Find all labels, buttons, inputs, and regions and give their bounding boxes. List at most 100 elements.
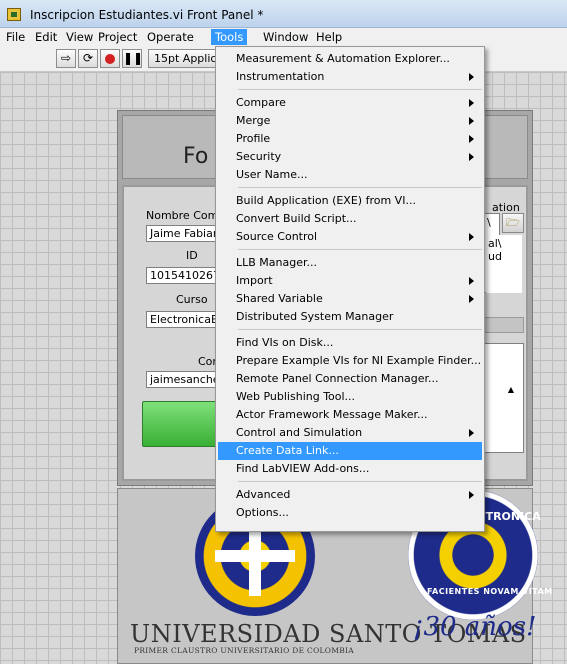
submenu-arrow-icon [469,295,474,303]
tools-menu-item[interactable]: Source Control [218,228,482,246]
tools-dropdown-menu: Measurement & Automation Explorer... Inst… [215,46,485,532]
tools-menu-item-label: Control and Simulation [236,426,363,439]
tools-menu-item[interactable]: Create Data Link... [218,442,482,460]
tools-menu-item-label: Compare [236,96,286,109]
tools-menu-item[interactable]: Convert Build Script... [218,210,482,228]
curso-field[interactable]: ElectronicaBa [146,311,222,328]
text-display[interactable] [484,343,524,453]
folder-browse-icon[interactable]: 🗁 [502,213,524,233]
tools-menu-item[interactable]: Profile [218,130,482,148]
submenu-arrow-icon [469,491,474,499]
submenu-arrow-icon [469,233,474,241]
submenu-arrow-icon [469,153,474,161]
tools-menu-item[interactable]: LLB Manager... [218,254,482,272]
id-field[interactable]: 1015410267 [146,267,222,284]
menu-tools[interactable]: Tools [211,29,248,45]
submenu-arrow-icon [469,99,474,107]
tools-menu-item-label: Build Application (EXE) from VI... [236,194,416,207]
tools-menu-item[interactable]: Build Application (EXE) from VI... [218,192,482,210]
tools-menu-item-label: Actor Framework Message Maker... [236,408,428,421]
tools-menu-item-label: Prepare Example VIs for NI Example Finde… [236,354,482,367]
status-strip [484,317,524,333]
electronica-motto: FACIENTES NOVAM VITAM [427,587,553,596]
pause-icon[interactable]: ❚❚ [122,49,143,68]
menu-separator [238,329,482,330]
submenu-arrow-icon [469,277,474,285]
menu-help[interactable]: Help [312,29,346,45]
tools-menu-item[interactable]: Actor Framework Message Maker... [218,406,482,424]
tools-menu-item-label: Options... [236,506,289,519]
tools-menu-item[interactable]: Merge [218,112,482,130]
tools-menu-item-label: Remote Panel Connection Manager... [236,372,439,385]
tools-menu-item[interactable]: Security [218,148,482,166]
tools-menu-item[interactable]: Control and Simulation [218,424,482,442]
tools-menu-item-label: Profile [236,132,271,145]
tools-menu-item-label: Find VIs on Disk... [236,336,334,349]
id-label: ID [186,249,198,262]
path-line: ud [488,250,502,263]
tools-menu-item-label: LLB Manager... [236,256,317,269]
menu-separator [238,481,482,482]
curso-label: Curso [176,293,208,306]
path-line: al\ [488,237,502,250]
tools-menu-item-label: Measurement & Automation Explorer... [236,52,450,65]
panel-title-text: Fo [183,144,209,169]
menu-view[interactable]: View [62,29,97,45]
tools-menu-item-label: Create Data Link... [236,444,339,457]
scroll-up-icon[interactable]: ▲ [504,383,518,397]
nombre-field[interactable]: Jaime Fabian [146,225,222,242]
menu-separator [238,89,482,90]
tools-menu-item[interactable]: Advanced [218,486,482,504]
tools-menu-item[interactable]: Remote Panel Connection Manager... [218,370,482,388]
tools-menu-item[interactable]: Compare [218,94,482,112]
run-continuously-icon[interactable]: ⟳ [78,49,98,68]
anos-text: ¡30 años! [413,612,537,642]
tools-menu-item[interactable]: Import [218,272,482,290]
tools-menu-item[interactable]: Web Publishing Tool... [218,388,482,406]
tools-menu-item[interactable]: Instrumentation [218,68,482,86]
menu-separator [238,249,482,250]
tools-menu-item-label: Distributed System Manager [236,310,394,323]
submit-button[interactable] [142,401,222,447]
title-bar: Inscripcion Estudiantes.vi Front Panel * [0,0,567,28]
font-selector[interactable]: 15pt Applic [148,49,220,68]
tools-menu-item-label: Instrumentation [236,70,325,83]
tools-menu-item[interactable]: Shared Variable [218,290,482,308]
menu-bar: File Edit View Project Operate Tools Win… [0,28,567,46]
seal-cross-h [215,550,295,562]
tools-menu-item-label: Source Control [236,230,318,243]
tools-menu-item[interactable]: Distributed System Manager [218,308,482,326]
tools-menu-item-label: Import [236,274,273,287]
tools-menu-item-label: User Name... [236,168,308,181]
menu-project[interactable]: Project [94,29,141,45]
tools-menu-item-label: Merge [236,114,271,127]
menu-file[interactable]: File [2,29,29,45]
labview-app-icon [7,8,21,21]
submenu-arrow-icon [469,73,474,81]
menu-operate[interactable]: Operate [143,29,198,45]
tools-menu-item[interactable]: Prepare Example VIs for NI Example Finde… [218,352,482,370]
tools-menu-item-label: Web Publishing Tool... [236,390,356,403]
abort-icon[interactable] [100,49,120,68]
tools-menu-item-label: Shared Variable [236,292,323,305]
menu-edit[interactable]: Edit [31,29,61,45]
menu-separator [238,187,482,188]
ust-sub-text: PRIMER CLAUSTRO UNIVERSITARIO DE COLOMBI… [134,646,355,655]
path-box-text: al\ ud [486,235,522,293]
submenu-arrow-icon [469,135,474,143]
tools-menu-item-label: Security [236,150,282,163]
submenu-arrow-icon [469,117,474,125]
menu-window[interactable]: Window [259,29,312,45]
correo-field[interactable]: jaimesanchez [146,371,222,388]
window-title: Inscripcion Estudiantes.vi Front Panel * [30,8,264,22]
tools-menu-item[interactable]: Measurement & Automation Explorer... [218,50,482,68]
run-arrow-icon[interactable]: ⇨ [56,49,76,68]
path-line: \ [487,216,491,229]
tools-menu-item-label: Find LabVIEW Add-ons... [236,462,370,475]
tools-menu-item[interactable]: Find VIs on Disk... [218,334,482,352]
tools-menu-item[interactable]: Find LabVIEW Add-ons... [218,460,482,478]
tools-menu-item[interactable]: User Name... [218,166,482,184]
tools-menu-item-label: Convert Build Script... [236,212,357,225]
nombre-label: Nombre Comp [146,209,226,222]
tools-menu-item[interactable]: Options... [218,504,482,522]
